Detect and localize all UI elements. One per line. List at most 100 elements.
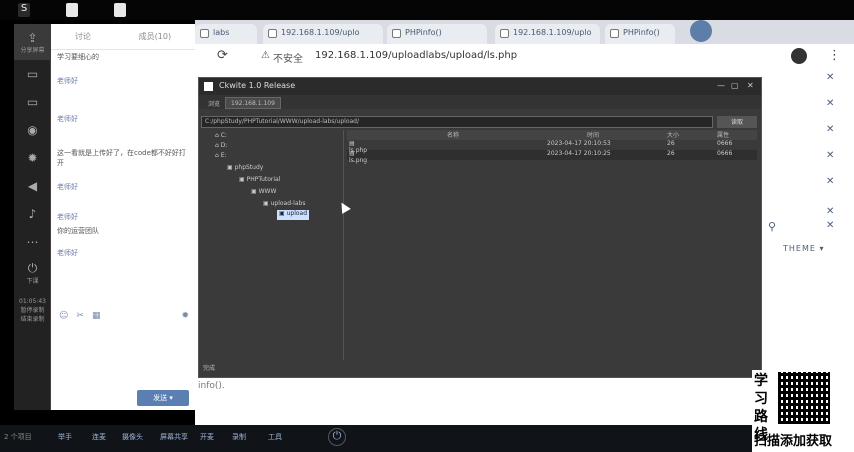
mic-button[interactable]: ▭ [14, 60, 51, 88]
scissors-icon[interactable]: ✂ [76, 311, 84, 325]
column-time[interactable]: 时间 [547, 130, 667, 140]
tab-members[interactable]: 成员(10) [139, 31, 171, 42]
send-button[interactable]: 发送 ▾ [137, 390, 189, 406]
taskbar-button[interactable]: 屏幕共享 [160, 432, 188, 446]
item-count: 2 个项目 [4, 433, 32, 441]
close-icon[interactable]: ✕ [826, 176, 834, 187]
chat-message: 老师好 [57, 115, 78, 123]
tab-favicon-icon [200, 29, 209, 38]
profile-icon[interactable] [791, 48, 807, 64]
column-attr[interactable]: 属性 [717, 130, 757, 140]
tree-node-selected[interactable]: ▣ upload [277, 210, 310, 220]
tree-node[interactable]: ⌂ E: [215, 152, 227, 162]
power-icon[interactable]: ⏻ [328, 428, 346, 446]
taskbar-button[interactable]: 举手 [58, 432, 72, 446]
timer: 01:05:43 暂停录制 结束录制 [19, 297, 46, 323]
dialog-title: Ckwite 1.0 Release [219, 81, 296, 90]
chat-toolbar: ☺ ✂ ▦ ✹ [51, 311, 195, 325]
chat-message: 老师好 [57, 213, 78, 221]
minimize-icon[interactable]: — [717, 81, 725, 90]
file-row[interactable]: ▤ ls.png 2023-04-17 20:10:25 26 0666 [347, 150, 757, 164]
close-icon[interactable]: ✕ [826, 150, 834, 161]
chat-tabs: 讨论 成员(10) [51, 24, 195, 50]
address-bar: ⟳ ⚠ 不安全 192.168.1.109/uploadlabs/upload/… [195, 44, 854, 70]
document-icon[interactable] [114, 3, 126, 17]
more-menu-icon[interactable]: ⋮ [828, 48, 841, 63]
column-size[interactable]: 大小 [667, 130, 717, 140]
maximize-icon[interactable]: ▢ [731, 81, 739, 90]
microphone-icon: ▭ [26, 67, 39, 81]
dialog-status: 完成 [203, 365, 216, 372]
music-button[interactable]: ♪ [14, 200, 51, 228]
security-label[interactable]: 不安全 [273, 50, 303, 65]
dialog-app-icon [204, 82, 213, 91]
watermark-logo [690, 20, 820, 46]
tree-node[interactable]: ▣ upload-labs [263, 200, 305, 210]
file-time: 2023-04-17 20:10:53 [547, 140, 611, 147]
tab-favicon-icon [610, 29, 619, 38]
browser-tab[interactable]: labs [195, 24, 257, 44]
browser-tab[interactable]: PHPinfo() [387, 24, 487, 44]
url-field[interactable]: 192.168.1.109/uploadlabs/upload/ls.php [315, 50, 517, 61]
more-button[interactable]: ⋯ [14, 228, 51, 256]
read-button[interactable]: 读取 [717, 116, 757, 128]
browser-tab[interactable]: 192.168.1.109/uplo [263, 24, 383, 44]
camera-button[interactable]: ▭ [14, 88, 51, 116]
meeting-taskbar: 2 个项目 举手 连麦 摄像头 屏幕共享 开麦 录制 工具 ⏻ [0, 425, 854, 452]
close-icon[interactable]: ✕ [826, 220, 834, 231]
chat-message: 老师好 [57, 77, 78, 85]
search-icon[interactable]: ⚲ [768, 220, 776, 233]
browser-tab[interactable]: PHPinfo() [605, 24, 675, 44]
directory-tree: ⌂ C: ⌂ D: ⌂ E: ▣ phpStudy ▣ PHPTutorial … [201, 130, 344, 360]
qr-code-icon [778, 372, 830, 424]
close-icon[interactable]: ✕ [747, 81, 754, 90]
tree-node[interactable]: ▣ PHPTutorial [239, 176, 280, 186]
warning-icon: ⚠ [261, 50, 270, 61]
tab-browse[interactable]: 浏览 [203, 97, 225, 109]
taskbar-button[interactable]: 录制 [232, 432, 246, 446]
tree-node[interactable]: ▣ WWW [251, 188, 276, 198]
settings-button[interactable]: ✹ [14, 144, 51, 172]
tab-host[interactable]: 192.168.1.109 [225, 97, 281, 109]
file-name: ▤ ls.png [349, 150, 368, 164]
file-attr: 0666 [717, 150, 733, 157]
reload-icon[interactable]: ⟳ [217, 48, 228, 63]
close-icon[interactable]: ✕ [826, 124, 834, 135]
app-logo-icon[interactable]: S [18, 3, 30, 17]
taskbar-button[interactable]: 工具 [268, 432, 282, 446]
file-name: ▤ ls.php [349, 140, 368, 154]
taskbar-button[interactable]: 开麦 [200, 432, 214, 446]
more-icon: ⋯ [26, 235, 39, 249]
file-manager-dialog: Ckwite 1.0 Release — ▢ ✕ 浏览 192.168.1.10… [198, 77, 762, 378]
file-row[interactable]: ▤ ls.php 2023-04-17 20:10:53 26 0666 [347, 140, 757, 154]
chat-message: 学习要细心的 [57, 53, 99, 61]
close-icon[interactable]: ✕ [826, 72, 834, 83]
tree-node[interactable]: ▣ phpStudy [227, 164, 263, 174]
settings-icon[interactable]: ✹ [181, 311, 189, 325]
chat-message: 这一看就是上传好了，在code都不好好打开 [57, 149, 186, 167]
page-output-text: info(). [198, 381, 225, 391]
volume-button[interactable]: ◀ [14, 172, 51, 200]
browser-tab[interactable]: 192.168.1.109/uplo [495, 24, 600, 44]
tree-node[interactable]: ⌂ D: [215, 142, 227, 152]
chat-message: 老师好 [57, 249, 78, 257]
meeting-sidebar: ⇪ 分享屏幕 ▭ ▭ ◉ ✹ ◀ ♪ ⋯ ⏻ 下课 01:05:43 暂停录制 结束录制 [14, 24, 51, 410]
file-icon[interactable] [66, 3, 78, 17]
column-name[interactable]: 名称 [347, 130, 547, 140]
members-button[interactable]: ◉ [14, 116, 51, 144]
taskbar-button[interactable]: 连麦 [92, 432, 106, 446]
image-icon[interactable]: ▦ [92, 311, 101, 325]
chat-message: 老师好 [57, 183, 78, 191]
emoji-icon[interactable]: ☺ [59, 311, 68, 325]
tab-discussion[interactable]: 讨论 [75, 31, 91, 42]
taskbar-button[interactable]: 摄像头 [122, 432, 143, 446]
end-class-button[interactable]: ⏻ 下课 [14, 256, 51, 290]
close-icon[interactable]: ✕ [826, 98, 834, 109]
chat-panel: 讨论 成员(10) 学习要细心的 老师好 老师好 这一看就是上传好了，在code… [51, 24, 195, 410]
file-list-header: 名称 时间 大小 属性 [347, 130, 757, 140]
theme-selector[interactable]: THEME ▾ [783, 244, 824, 253]
share-screen-button[interactable]: ⇪ 分享屏幕 [14, 24, 51, 60]
close-icon[interactable]: ✕ [826, 206, 834, 217]
tree-node[interactable]: ⌂ C: [215, 132, 227, 142]
path-input[interactable]: C:/phpStudy/PHPTutorial/WWW/upload-labs/… [201, 116, 713, 128]
